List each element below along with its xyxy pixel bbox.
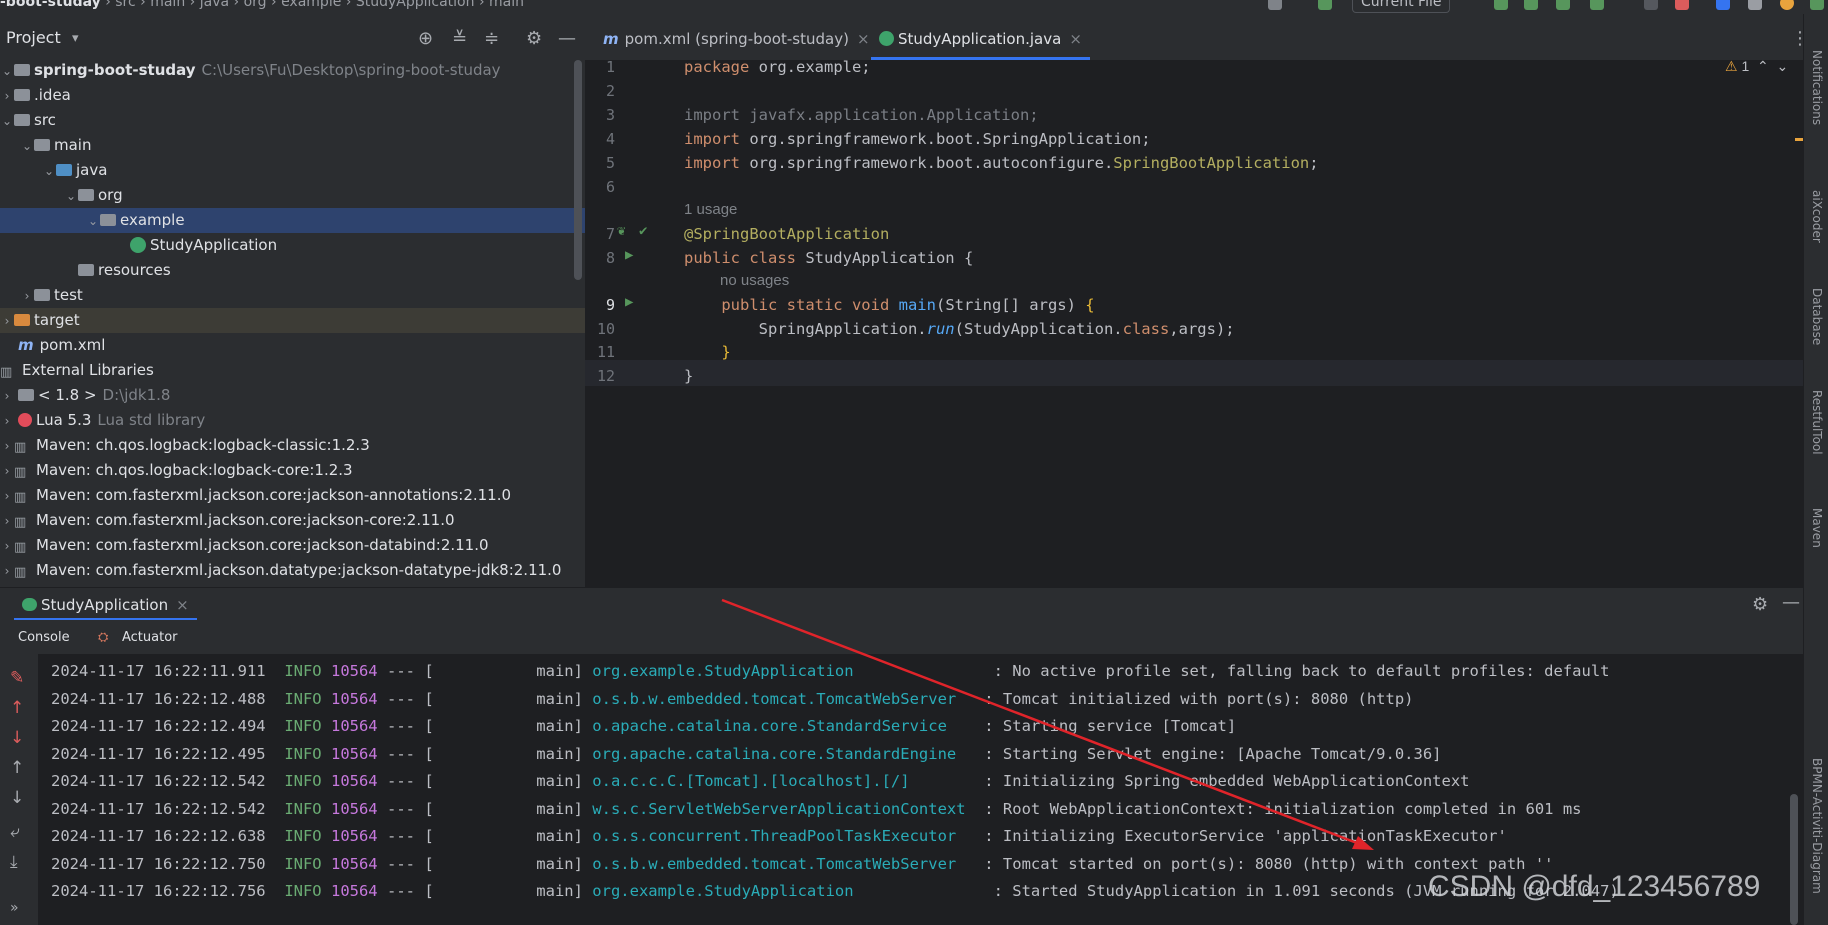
annotation-arrow-line — [721, 598, 1371, 850]
annotation-arrow — [721, 598, 1374, 850]
watermark: CSDN @dfd_123456789 — [1428, 870, 1761, 903]
annotation-arrow-head — [1352, 836, 1374, 850]
